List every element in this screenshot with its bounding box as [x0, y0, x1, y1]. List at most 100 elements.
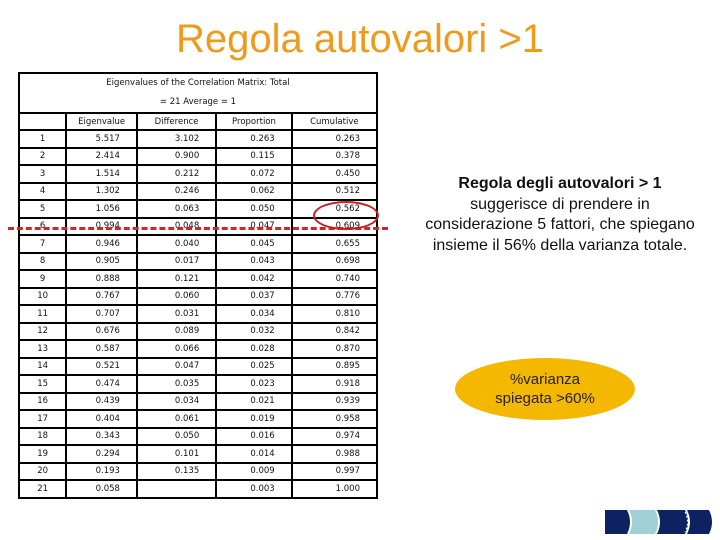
cumulative-cell: 0.512 [290, 181, 379, 201]
nav-segment-4 [687, 510, 712, 534]
nav-segment-3 [657, 510, 688, 534]
proportion-cell: 0.016 [215, 426, 293, 446]
factor-number-cell: 16 [17, 391, 68, 411]
table-row: 12 0.676 0.089 0.032 0.842 [17, 321, 379, 341]
column-header: Cumulative [290, 112, 379, 131]
factor-number-cell: 20 [17, 461, 68, 481]
factor-number-cell: 9 [17, 269, 68, 289]
column-header: Eigenvalue [65, 112, 138, 131]
chevron-nav-arrows-icon[interactable] [605, 510, 715, 534]
table-row: 13 0.587 0.066 0.028 0.870 [17, 339, 379, 359]
factor-number-cell: 18 [17, 426, 68, 446]
difference-cell: 0.089 [135, 321, 218, 341]
slide-title: Regola autovalori >1 [175, 17, 545, 61]
cumulative-cell: 0.378 [290, 146, 379, 166]
eigenvalue-cell: 5.517 [65, 129, 138, 149]
proportion-cell: 0.032 [215, 321, 293, 341]
table-row: 21 0.058 0.003 1.000 [17, 479, 379, 499]
difference-cell: 3.102 [135, 129, 218, 149]
proportion-cell: 0.023 [215, 374, 293, 394]
column-header [17, 112, 68, 131]
column-header: Difference [135, 112, 218, 131]
eigenvalues-table: Eigenvalues of the Correlation Matrix: T… [17, 72, 379, 499]
cumulative-cell: 0.842 [290, 321, 379, 341]
difference-cell: 0.246 [135, 181, 218, 201]
badge-line1: %varianza [509, 371, 581, 388]
difference-cell: 0.031 [135, 304, 218, 324]
difference-cell: 0.135 [135, 461, 218, 481]
proportion-cell: 0.050 [215, 199, 293, 219]
eigenvalue-cell: 0.193 [65, 461, 138, 481]
difference-cell [135, 479, 218, 499]
proportion-cell: 0.062 [215, 181, 293, 201]
factor-number-cell: 5 [17, 199, 68, 219]
table-row: 19 0.294 0.101 0.014 0.988 [17, 444, 379, 464]
cumulative-cell: 0.655 [290, 234, 379, 254]
eigenvalue-cell: 0.946 [65, 234, 138, 254]
cumulative-cell: 0.918 [290, 374, 379, 394]
factor-number-cell: 12 [17, 321, 68, 341]
factor-number-cell: 8 [17, 251, 68, 271]
cumulative-cell: 0.974 [290, 426, 379, 446]
table-row: 14 0.521 0.047 0.025 0.895 [17, 356, 379, 376]
table-row: 15 0.474 0.035 0.023 0.918 [17, 374, 379, 394]
badge-line2: spiegata >60% [495, 390, 595, 407]
eigenvalue-cell: 2.414 [65, 146, 138, 166]
eigenvalue-cell: 0.294 [65, 444, 138, 464]
cumulative-cell: 0.895 [290, 356, 379, 376]
factor-number-cell: 1 [17, 129, 68, 149]
difference-cell: 0.066 [135, 339, 218, 359]
proportion-cell: 0.003 [215, 479, 293, 499]
difference-cell: 0.035 [135, 374, 218, 394]
eigenvalue-cell: 0.474 [65, 374, 138, 394]
eigenvalue-cell: 1.302 [65, 181, 138, 201]
eigenvalue-cell: 0.587 [65, 339, 138, 359]
cumulative-cell: 0.997 [290, 461, 379, 481]
eigenvalue-cell: 0.058 [65, 479, 138, 499]
column-header: Proportion [215, 112, 293, 131]
table-row: 17 0.404 0.061 0.019 0.958 [17, 409, 379, 429]
table-row: 7 0.946 0.040 0.045 0.655 [17, 234, 379, 254]
eigenvalue-cell: 0.676 [65, 321, 138, 341]
cumulative-cell: 0.698 [290, 251, 379, 271]
table-row: 10 0.767 0.060 0.037 0.776 [17, 286, 379, 306]
difference-cell: 0.121 [135, 269, 218, 289]
proportion-cell: 0.025 [215, 356, 293, 376]
cumulative-cell: 0.988 [290, 444, 379, 464]
cumulative-cell: 0.810 [290, 304, 379, 324]
eigenvalue-cell: 0.905 [65, 251, 138, 271]
difference-cell: 0.212 [135, 164, 218, 184]
cumulative-cell: 0.263 [290, 129, 379, 149]
proportion-cell: 0.034 [215, 304, 293, 324]
cumulative-cell: 0.870 [290, 339, 379, 359]
difference-cell: 0.063 [135, 199, 218, 219]
proportion-cell: 0.019 [215, 409, 293, 429]
table-row: 2 2.414 0.900 0.115 0.378 [17, 146, 379, 166]
proportion-cell: 0.072 [215, 164, 293, 184]
note-bold-rule: Regola degli autovalori > 1 [458, 175, 662, 192]
proportion-cell: 0.009 [215, 461, 293, 481]
proportion-cell: 0.043 [215, 251, 293, 271]
cumulative-cell: 0.450 [290, 164, 379, 184]
proportion-cell: 0.014 [215, 444, 293, 464]
cumulative-cell: 1.000 [290, 479, 379, 499]
factor-number-cell: 14 [17, 356, 68, 376]
cumulative-cell: 0.776 [290, 286, 379, 306]
difference-cell: 0.101 [135, 444, 218, 464]
difference-cell: 0.060 [135, 286, 218, 306]
note-text: suggerisce di prendere in considerazione… [425, 195, 695, 254]
factor-number-cell: 7 [17, 234, 68, 254]
factor-number-cell: 2 [17, 146, 68, 166]
difference-cell: 0.900 [135, 146, 218, 166]
table-header-row: Eigenvalue Difference Proportion Cumulative [17, 112, 379, 131]
eigenvalue-cell: 0.888 [65, 269, 138, 289]
factor-number-cell: 3 [17, 164, 68, 184]
difference-cell: 0.047 [135, 356, 218, 376]
table-row: 8 0.905 0.017 0.043 0.698 [17, 251, 379, 271]
proportion-cell: 0.115 [215, 146, 293, 166]
proportion-cell: 0.021 [215, 391, 293, 411]
difference-cell: 0.034 [135, 391, 218, 411]
factor-number-cell: 10 [17, 286, 68, 306]
table-caption-line2: = 21 Average = 1 [159, 97, 237, 107]
cumulative-cell: 0.958 [290, 409, 379, 429]
